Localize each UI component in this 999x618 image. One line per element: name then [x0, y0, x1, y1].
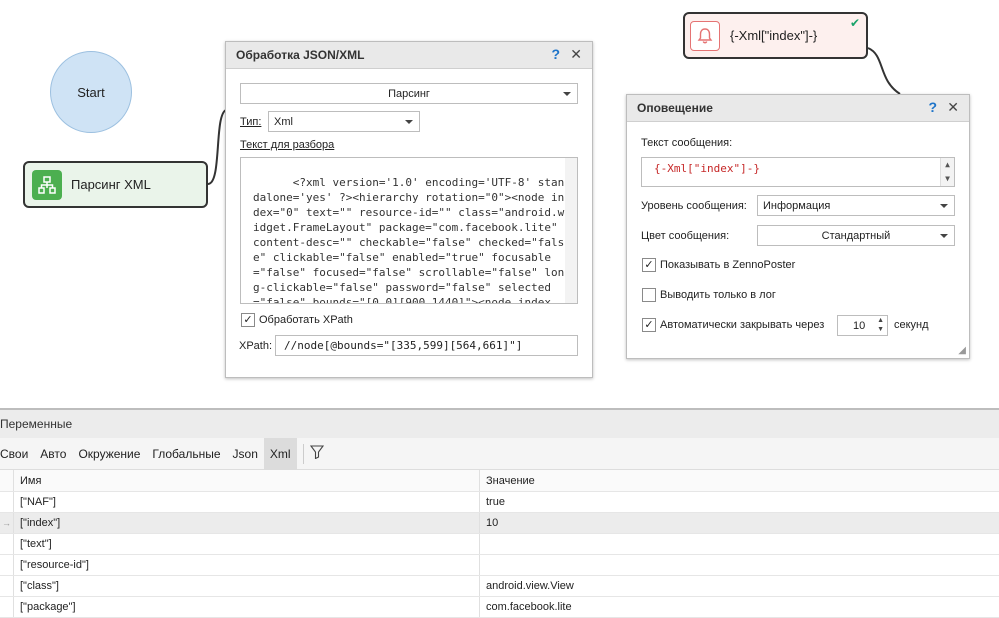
tab-divider	[302, 443, 304, 464]
close-icon[interactable]: ✕	[570, 46, 582, 63]
message-value: {-Xml["index"]-}	[654, 162, 760, 175]
parse-xml-node[interactable]: Парсинг XML	[23, 161, 208, 208]
level-value: Информация	[763, 199, 831, 212]
chevron-down-icon	[940, 204, 948, 208]
stepper-arrows-icon[interactable]: ▲ ▼	[877, 316, 884, 334]
alert-node-label: {-Xml["index"]-}	[730, 28, 818, 43]
row-pointer-icon: →	[0, 513, 14, 533]
variables-panel: Переменные Свои Авто Окружение Глобальны…	[0, 408, 999, 618]
color-value: Стандартный	[821, 229, 891, 242]
xml-text-area[interactable]: <?xml version='1.0' encoding='UTF-8' sta…	[240, 157, 578, 304]
xpath-value: //node[@bounds="[335,599][564,661]"]	[284, 339, 523, 352]
level-select[interactable]: Информация	[757, 195, 955, 216]
tab-json[interactable]: Json	[227, 438, 264, 470]
scrollbar[interactable]	[565, 158, 577, 303]
chevron-down-icon	[940, 234, 948, 238]
chevron-down-icon	[563, 92, 571, 96]
row-gutter	[0, 576, 14, 596]
variable-value	[480, 555, 999, 575]
checkmark-icon: ✔	[849, 16, 860, 30]
xpath-label: XPath:	[239, 340, 273, 352]
variable-value: android.view.View	[486, 580, 574, 592]
row-gutter	[0, 470, 14, 491]
xpath-checkbox-label: Обработать XPath	[259, 314, 353, 326]
variable-name: ["text"]	[14, 534, 480, 554]
column-header-name[interactable]: Имя	[14, 470, 480, 491]
xpath-checkbox[interactable]: ✓	[241, 313, 255, 327]
variable-value: true	[486, 496, 505, 508]
message-input[interactable]: {-Xml["index"]-} ▲ ▼	[641, 157, 955, 187]
start-node[interactable]: Start	[50, 51, 132, 133]
help-icon[interactable]: ?	[551, 46, 560, 62]
close-icon[interactable]: ✕	[947, 99, 959, 116]
alert-dialog: Оповещение ? ✕ Текст сообщения: {-Xml["i…	[626, 94, 970, 359]
tab-global[interactable]: Глобальные	[146, 438, 226, 470]
message-label: Текст сообщения:	[641, 137, 733, 149]
dialog-header: Обработка JSON/XML ? ✕	[226, 42, 592, 69]
dialog-title: Обработка JSON/XML	[236, 48, 365, 62]
bell-icon	[690, 20, 720, 51]
autoclose-checkbox[interactable]: ✓	[642, 318, 656, 332]
autoclose-seconds-stepper[interactable]: 10 ▲ ▼	[837, 315, 888, 336]
dialog-header: Оповещение ? ✕	[627, 95, 969, 122]
show-in-zp-label: Показывать в ZennoPoster	[660, 259, 796, 271]
start-node-label: Start	[77, 84, 105, 100]
table-row[interactable]: ["resource-id"]	[0, 555, 999, 576]
row-gutter	[0, 534, 14, 554]
parse-node-label: Парсинг XML	[71, 177, 151, 192]
project-canvas[interactable]: Start Парсинг XML {-Xml["index"]-} ✔ Обр…	[0, 0, 999, 408]
variable-value: 10	[486, 517, 499, 529]
color-select[interactable]: Стандартный	[757, 225, 955, 246]
alert-node[interactable]: {-Xml["index"]-} ✔	[683, 12, 868, 59]
table-row[interactable]: ["class"] android.view.View	[0, 576, 999, 597]
show-in-zp-checkbox[interactable]: ✓	[642, 258, 656, 272]
variable-name: ["NAF"]	[14, 492, 480, 512]
log-only-checkbox[interactable]	[642, 288, 656, 302]
scrollbar[interactable]: ▲ ▼	[940, 158, 954, 186]
variable-value	[480, 534, 999, 554]
json-xml-dialog: Обработка JSON/XML ? ✕ Парсинг Тип: Xml …	[225, 41, 593, 378]
row-gutter	[0, 555, 14, 575]
filter-icon[interactable]	[309, 445, 324, 462]
variables-title: Переменные	[0, 417, 73, 431]
level-label: Уровень сообщения:	[641, 200, 747, 212]
variables-tabs: Свои Авто Окружение Глобальные Json Xml	[0, 437, 999, 470]
variable-name: ["class"]	[14, 576, 480, 596]
tab-own[interactable]: Свои	[0, 438, 34, 470]
xml-text-content: <?xml version='1.0' encoding='UTF-8' sta…	[253, 176, 565, 304]
type-label: Тип:	[240, 116, 262, 128]
table-header: Имя Значение	[0, 470, 999, 492]
panel-title: Переменные	[0, 410, 999, 438]
log-only-label: Выводить только в лог	[660, 289, 776, 301]
table-row[interactable]: ["text"]	[0, 534, 999, 555]
row-gutter	[0, 492, 14, 512]
resize-grip-icon[interactable]: ◢	[958, 345, 966, 356]
column-header-value[interactable]: Значение	[480, 470, 999, 491]
variable-name: ["resource-id"]	[14, 555, 480, 575]
hierarchy-icon	[32, 169, 62, 200]
help-icon[interactable]: ?	[928, 99, 937, 115]
variable-name: ["index"]	[14, 513, 480, 533]
type-value: Xml	[274, 115, 293, 128]
autoclose-seconds-value: 10	[853, 319, 866, 332]
table-row[interactable]: ["NAF"] true	[0, 492, 999, 513]
action-value: Парсинг	[388, 87, 430, 100]
color-label: Цвет сообщения:	[641, 230, 730, 242]
row-gutter	[0, 597, 14, 617]
variable-value: com.facebook.lite	[486, 601, 572, 613]
xpath-input[interactable]: //node[@bounds="[335,599][564,661]"]	[275, 335, 578, 356]
tab-xml[interactable]: Xml	[263, 437, 297, 470]
seconds-label: секунд	[894, 319, 929, 331]
variables-table: Имя Значение ["NAF"] true → ["index"] 10…	[0, 470, 999, 618]
dialog-title: Оповещение	[637, 101, 713, 115]
text-to-parse-label: Текст для разбора	[240, 139, 335, 151]
table-row[interactable]: → ["index"] 10	[0, 513, 999, 534]
tab-auto[interactable]: Авто	[34, 438, 72, 470]
tab-environment[interactable]: Окружение	[72, 438, 146, 470]
type-select[interactable]: Xml	[268, 111, 420, 132]
chevron-down-icon	[405, 120, 413, 124]
autoclose-label: Автоматически закрывать через	[660, 319, 825, 331]
action-select[interactable]: Парсинг	[240, 83, 578, 104]
variable-name: ["package"]	[14, 597, 480, 617]
